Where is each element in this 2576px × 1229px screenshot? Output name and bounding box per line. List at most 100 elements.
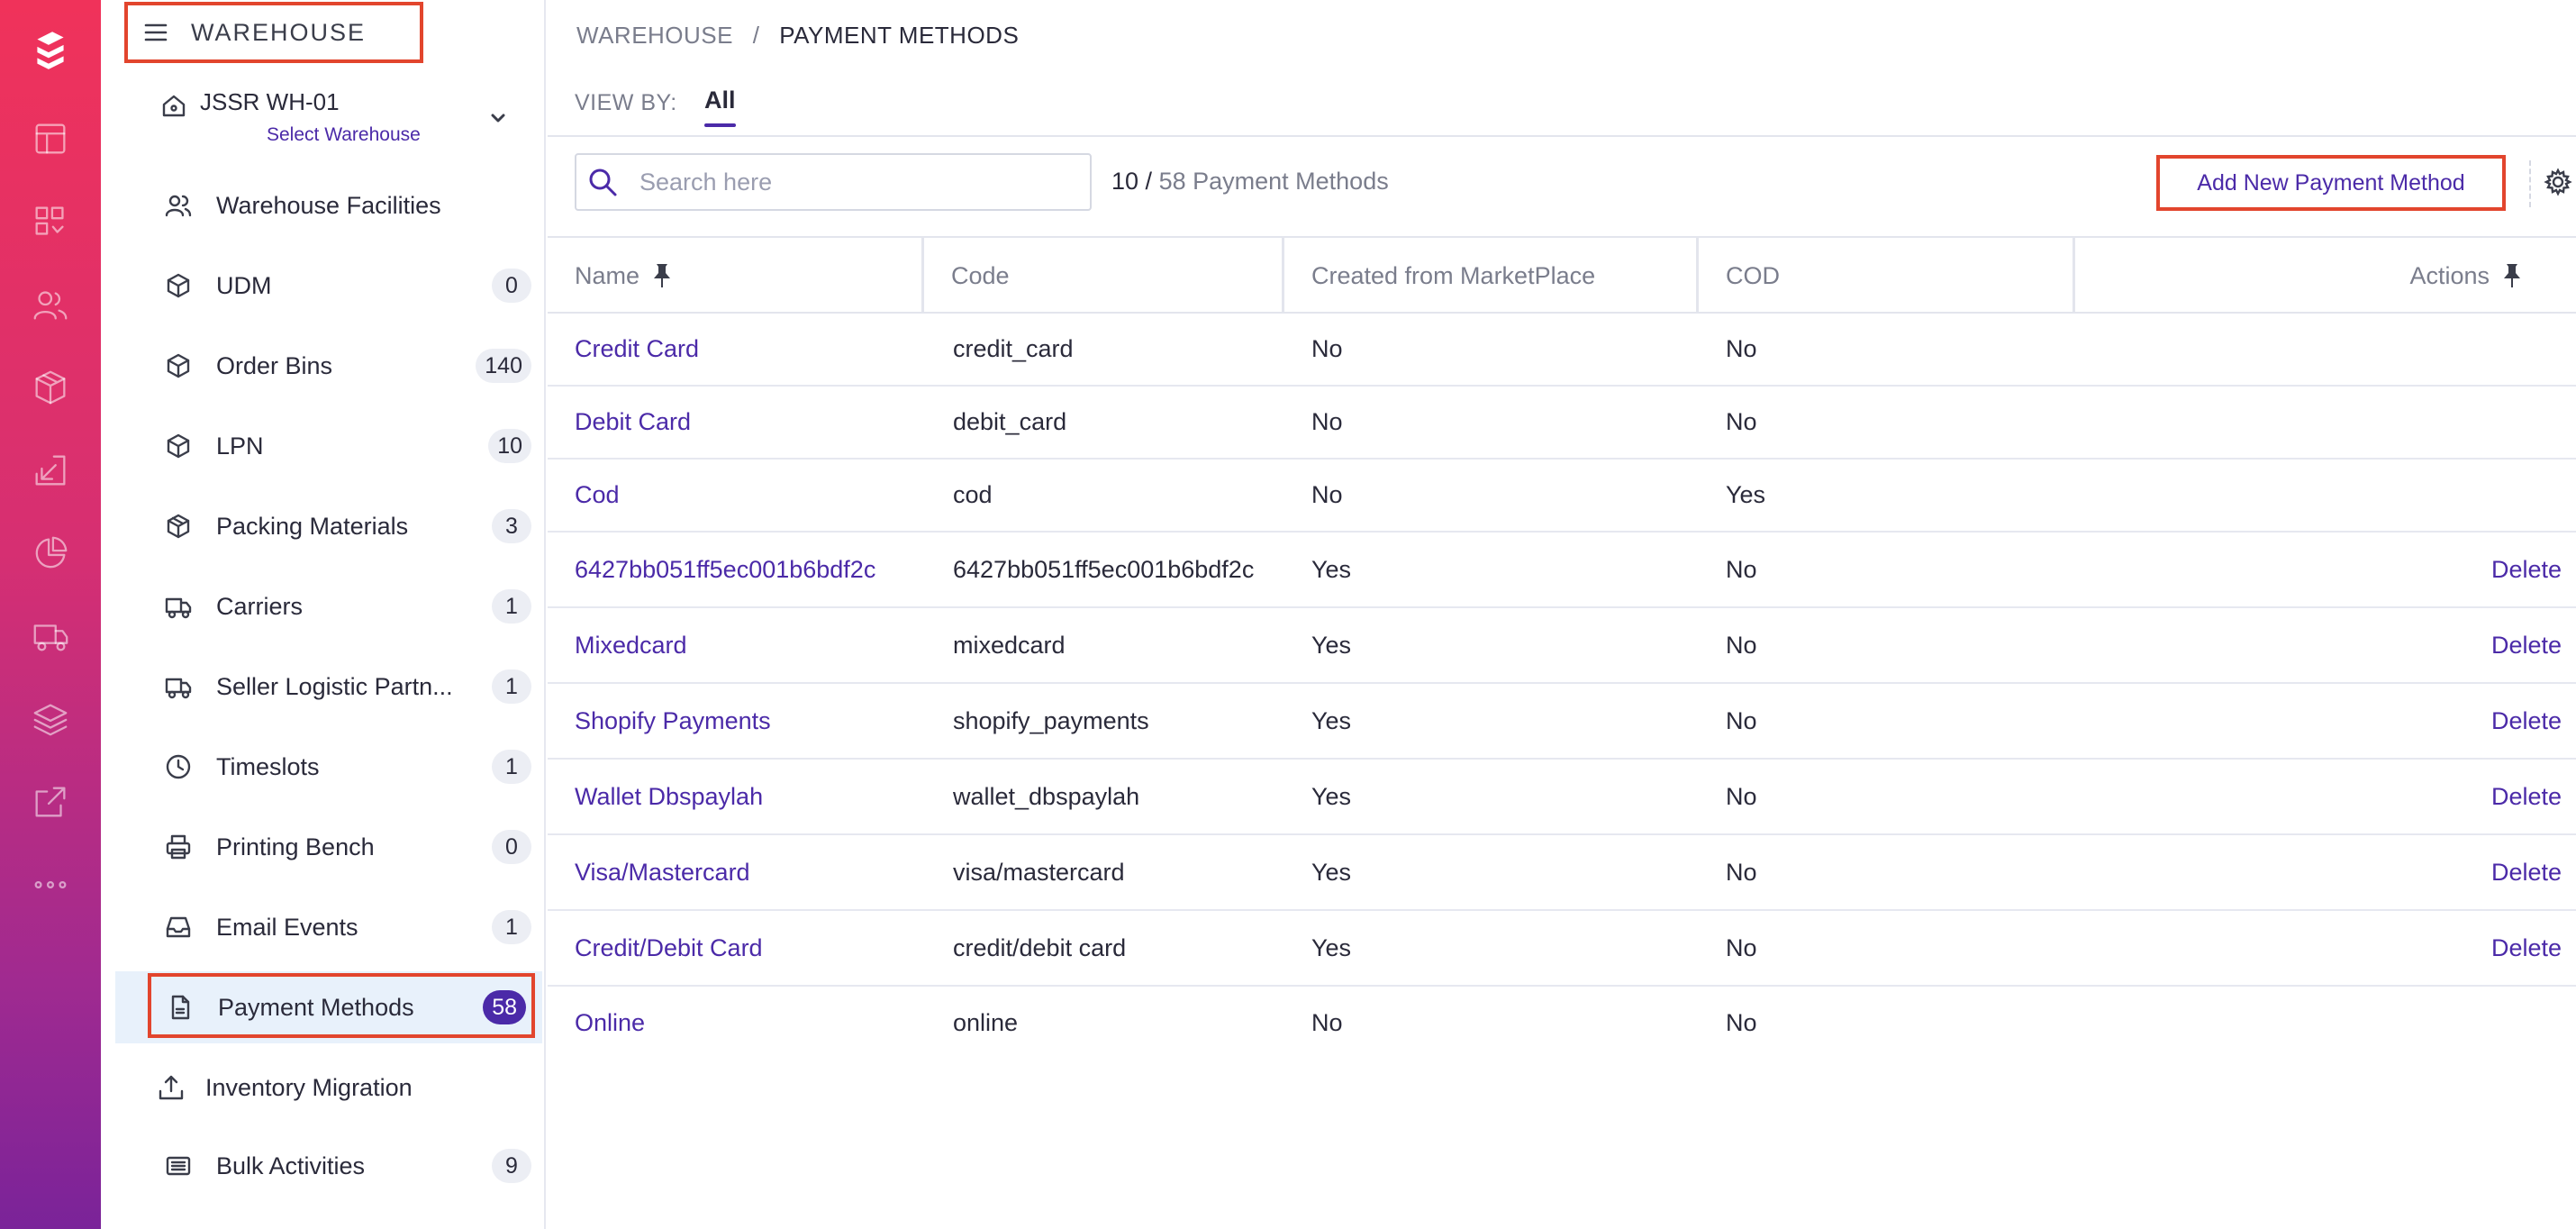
column-header-actions[interactable]: Actions	[2075, 238, 2576, 314]
delete-link[interactable]: Delete	[2491, 684, 2562, 758]
payment-name-link[interactable]: Credit Card	[575, 314, 699, 385]
cod-cell: No	[1726, 555, 1757, 583]
chevron-down-icon[interactable]	[486, 106, 510, 130]
pin-icon[interactable]	[2502, 262, 2522, 289]
table-row: Visa/Mastercard visa/mastercard Yes No D…	[548, 835, 2576, 911]
payment-name-link[interactable]: Mixedcard	[575, 608, 687, 682]
column-header-marketplace[interactable]: Created from MarketPlace	[1284, 238, 1699, 314]
app-logo-icon[interactable]	[27, 25, 74, 72]
sidebar-item-label: Email Events	[216, 913, 358, 941]
layout-icon[interactable]	[27, 115, 74, 162]
payment-name-link[interactable]: Debit Card	[575, 387, 691, 458]
marketplace-cell: No	[1311, 481, 1343, 508]
sidebar-item-payment-methods[interactable]: Payment Methods 58	[115, 971, 542, 1043]
menu-icon[interactable]	[142, 19, 169, 46]
table-row: 6427bb051ff5ec001b6bdf2c 6427bb051ff5ec0…	[548, 533, 2576, 608]
sidebar-item-label: UDM	[216, 271, 272, 299]
delete-link[interactable]: Delete	[2491, 608, 2562, 682]
box-icon	[167, 273, 190, 298]
sidebar-item-label: LPN	[216, 432, 264, 460]
sidebar-item-seller-logistic-partners[interactable]: Seller Logistic Partn... 1	[113, 651, 540, 723]
pie-chart-icon[interactable]	[27, 530, 74, 577]
table-row: Online online No No	[548, 987, 2576, 1059]
sidebar-item-printing-bench[interactable]: Printing Bench 0	[113, 811, 540, 883]
sidebar-item-lpn[interactable]: LPN 10	[113, 410, 540, 482]
external-link-icon[interactable]	[27, 778, 74, 825]
column-header-cod[interactable]: COD	[1699, 238, 2075, 314]
more-icon[interactable]	[27, 861, 74, 908]
count-badge: 1	[492, 669, 531, 704]
box-icon	[167, 433, 190, 459]
code-cell: shopify_payments	[953, 706, 1149, 734]
table-row: Shopify Payments shopify_payments Yes No…	[548, 684, 2576, 760]
code-cell: credit_card	[953, 335, 1074, 362]
sidebar-item-warehouse-facilities[interactable]: Warehouse Facilities	[113, 169, 540, 241]
sidebar-item-label: Warehouse Facilities	[216, 191, 441, 219]
truck-icon	[165, 678, 192, 699]
count-badge: 10	[488, 429, 531, 463]
users-icon	[165, 195, 192, 217]
payment-name-link[interactable]: Credit/Debit Card	[575, 911, 763, 985]
users-icon[interactable]	[27, 281, 74, 328]
table-header: Name Code Created from MarketPlace COD A…	[548, 236, 2576, 314]
inbound-icon[interactable]	[27, 447, 74, 494]
list-icon	[166, 1156, 191, 1176]
column-header-code[interactable]: Code	[924, 238, 1284, 314]
warehouse-selector[interactable]: JSSR WH-01 Select Warehouse	[160, 86, 521, 151]
delete-link[interactable]: Delete	[2491, 835, 2562, 909]
pin-icon[interactable]	[652, 262, 672, 289]
marketplace-cell: No	[1311, 1008, 1343, 1036]
gear-icon[interactable]	[2544, 168, 2572, 196]
search-icon	[589, 168, 617, 196]
code-cell: debit_card	[953, 408, 1067, 435]
count-badge: 9	[492, 1149, 531, 1183]
sidebar-header[interactable]: WAREHOUSE	[124, 2, 423, 63]
payment-name-link[interactable]: Cod	[575, 460, 620, 531]
delete-link[interactable]: Delete	[2491, 760, 2562, 833]
payment-name-link[interactable]: Wallet Dbspaylah	[575, 760, 763, 833]
printer-icon	[166, 834, 191, 860]
payment-name-link[interactable]: 6427bb051ff5ec001b6bdf2c	[575, 533, 875, 606]
table-row: Mixedcard mixedcard Yes No Delete	[548, 608, 2576, 684]
delete-link[interactable]: Delete	[2491, 533, 2562, 606]
sidebar-item-email-events[interactable]: Email Events 1	[113, 891, 540, 963]
sidebar-item-timeslots[interactable]: Timeslots 1	[113, 731, 540, 803]
column-header-name[interactable]: Name	[548, 238, 924, 314]
sidebar-item-label: Payment Methods	[218, 993, 414, 1021]
sidebar-item-packing-materials[interactable]: Packing Materials 3	[113, 490, 540, 562]
select-warehouse-link[interactable]: Select Warehouse	[267, 124, 421, 146]
marketplace-cell: Yes	[1311, 631, 1352, 659]
sidebar-item-inventory-migration[interactable]: Inventory Migration	[113, 1051, 540, 1124]
search-box[interactable]	[575, 153, 1092, 211]
sidebar-item-udm[interactable]: UDM 0	[113, 250, 540, 322]
divider	[548, 135, 2576, 137]
sidebar-item-carriers[interactable]: Carriers 1	[113, 570, 540, 642]
cod-cell: No	[1726, 1008, 1757, 1036]
search-input[interactable]	[639, 168, 1054, 196]
package-icon[interactable]	[27, 364, 74, 411]
sidebar-item-label: Packing Materials	[216, 512, 409, 540]
home-icon	[162, 95, 186, 117]
breadcrumb-root[interactable]: WAREHOUSE	[576, 22, 733, 49]
count-badge: 0	[492, 830, 531, 864]
cod-cell: No	[1726, 335, 1757, 362]
breadcrumb-current: PAYMENT METHODS	[779, 22, 1020, 49]
add-payment-method-button[interactable]: Add New Payment Method	[2156, 155, 2506, 211]
sidebar-item-bulk-activities[interactable]: Bulk Activities 9	[113, 1130, 540, 1202]
count-badge: 1	[492, 910, 531, 944]
delete-link[interactable]: Delete	[2491, 911, 2562, 985]
truck-icon[interactable]	[27, 613, 74, 660]
payment-name-link[interactable]: Visa/Mastercard	[575, 835, 750, 909]
payment-name-link[interactable]: Shopify Payments	[575, 684, 771, 758]
count-badge: 1	[492, 589, 531, 624]
sidebar-item-order-bins[interactable]: Order Bins 140	[113, 330, 540, 402]
tab-all[interactable]: All	[704, 86, 736, 127]
layers-icon[interactable]	[27, 696, 74, 742]
cod-cell: No	[1726, 408, 1757, 435]
warehouse-name: JSSR WH-01	[200, 88, 340, 115]
count-total: 58 Payment Methods	[1158, 168, 1389, 195]
dashboard-icon[interactable]	[27, 198, 74, 245]
cod-cell: No	[1726, 933, 1757, 961]
table-row: Wallet Dbspaylah wallet_dbspaylah Yes No…	[548, 760, 2576, 835]
payment-name-link[interactable]: Online	[575, 987, 645, 1059]
